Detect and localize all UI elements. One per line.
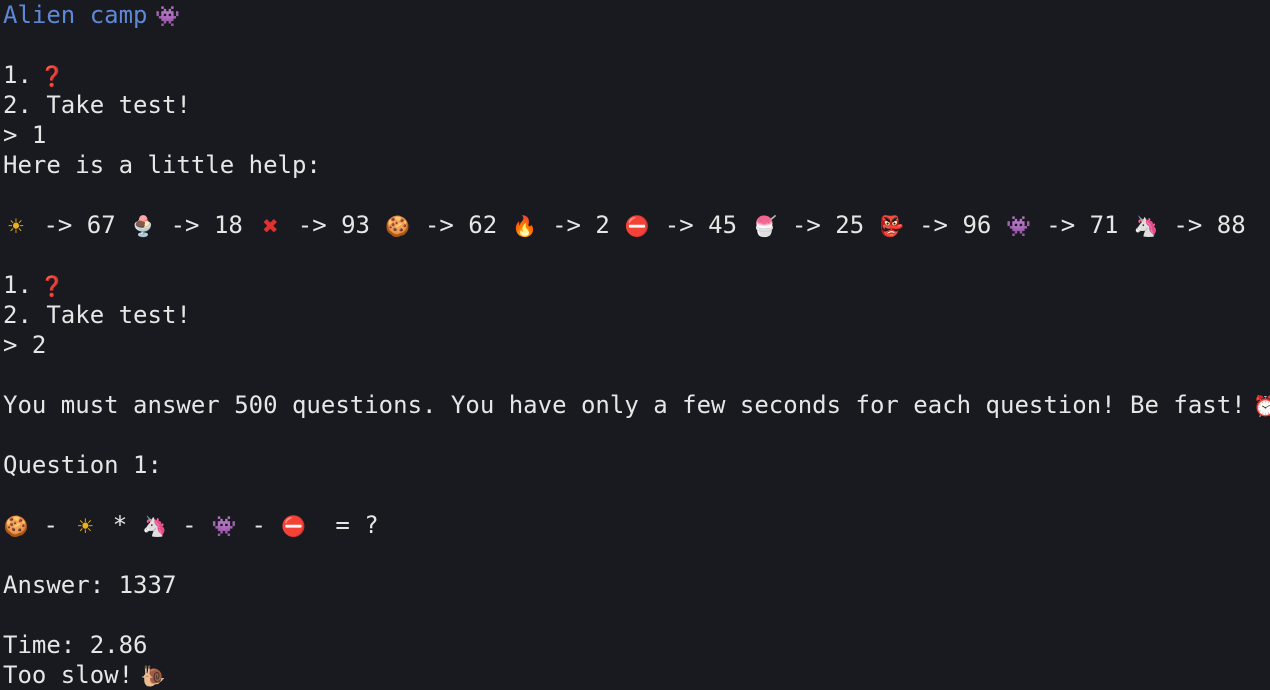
unicorn-icon: 🦄 [142,514,168,538]
alien-monster-icon: 👾 [211,514,237,538]
menu-option-1: 1. ❓ [3,270,1270,300]
alien-monster-icon: 👾 [155,4,180,28]
question-label: Question 1: [3,451,162,479]
snail-icon: 🐌 [140,664,166,688]
user-input: > 2 [3,331,47,359]
cookie-icon: 🍪 [3,514,29,538]
equation-tail: = ? [335,511,379,539]
ice-cream-icon: 🍨 [130,214,156,238]
fire-icon: 🔥 [512,214,538,238]
emoji-mapping-line: ☀ -> 67 🍨 -> 18 ✖ -> 93 🍪 -> 62 🔥 -> 2 ⛔… [3,210,1270,240]
answer-line: Answer: 1337 [3,571,177,599]
mapping-value: -> 45 [650,211,752,239]
mapping-value: -> 88 [1158,211,1261,239]
menu-option-1-prefix: 1. [3,271,32,299]
no-entry-icon: ⛔ [624,214,650,238]
time-line: Time: 2.86 [3,631,148,659]
test-intro: You must answer 500 questions. You have … [3,390,1270,420]
menu-option-2: 2. Take test! [3,301,191,329]
menu-option-1-prefix: 1. [3,61,32,89]
alien-monster-icon: 👾 [1006,214,1032,238]
app-title: Alien camp [3,1,148,29]
unicorn-icon: 🦄 [1133,214,1159,238]
user-input: > 1 [3,121,47,149]
menu-option-1: 1. ❓ [3,60,1270,90]
mapping-value: -> 71 [1031,211,1133,239]
cookie-icon: 🍪 [385,214,410,238]
result-text: Too slow! [3,661,134,689]
help-text: Here is a little help: [3,151,321,179]
question-mark-icon: ❓ [39,274,65,298]
mapping-value: -> 18 [156,211,258,239]
title-line: Alien camp 👾 [3,0,1270,30]
alarm-clock-icon: ⏰ [1253,394,1270,418]
terminal-output: Alien camp 👾 1. ❓ 2. Take test! > 1 Here i… [0,0,1270,690]
mapping-value: -> 67 [29,211,131,239]
mapping-value: -> 96 [904,211,1006,239]
no-entry-icon: ⛔ [280,514,306,538]
mapping-value: -> 62 [410,211,512,239]
question-equation: 🍪 - ☀ * 🦄 - 👾 - ⛔ = ? [3,511,379,539]
menu-option-2: 2. Take test! [3,91,191,119]
ogre-icon: 👺 [879,214,905,238]
sun-icon: ☀ [7,214,25,238]
mapping-value: -> 2 [537,211,625,239]
question-mark-icon: ❓ [39,64,65,88]
cross-mark-icon: ✖ [261,214,279,238]
test-intro-text: You must answer 500 questions. You have … [3,391,1246,419]
mapping-value: -> 93 [283,211,385,239]
mapping-value: -> 25 [777,211,879,239]
result-line: Too slow! 🐌 [3,660,1270,690]
shaved-ice-icon: 🍧 [752,214,777,238]
sun-icon: ☀ [76,514,95,538]
